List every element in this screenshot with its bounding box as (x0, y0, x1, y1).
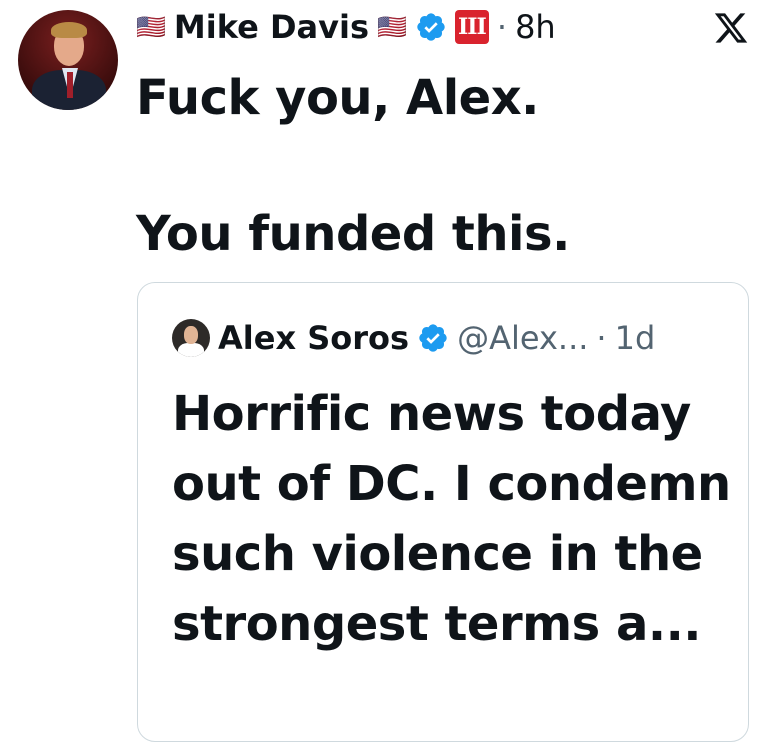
verified-badge-icon (419, 324, 447, 352)
quoted-author-avatar[interactable] (172, 319, 210, 357)
flag-icon: 🇺🇸 (377, 13, 407, 41)
quoted-post-text: Horrific news today out of DC. I condemn… (172, 386, 731, 652)
quoted-avatar-face (184, 326, 198, 344)
separator-dot: · (596, 319, 607, 357)
verified-badge-icon (417, 13, 445, 41)
post-text-line: Fuck you, Alex. (136, 70, 539, 126)
quoted-post[interactable]: Alex Soros @Alex... · 1d Horrific news t… (137, 282, 749, 742)
post-text-line: You funded this. (136, 206, 570, 262)
separator-dot: · (496, 8, 508, 46)
quoted-author-name[interactable]: Alex Soros (218, 319, 409, 357)
author-name[interactable]: Mike Davis (174, 8, 369, 46)
x-logo-icon[interactable] (713, 10, 749, 46)
flag-icon: 🇺🇸 (136, 13, 166, 41)
quoted-avatar-shirt (178, 343, 204, 357)
quoted-author-handle[interactable]: @Alex... (457, 319, 588, 357)
post-time[interactable]: 8h (515, 8, 556, 46)
post-header: 🇺🇸 Mike Davis 🇺🇸 III · 8h (136, 6, 556, 48)
quoted-post-time[interactable]: 1d (615, 319, 656, 357)
author-avatar[interactable] (18, 10, 118, 110)
post-text: Fuck you, Alex. You funded this. (136, 66, 756, 266)
avatar-hair (51, 22, 87, 38)
quoted-post-header: Alex Soros @Alex... · 1d (172, 319, 655, 357)
avatar-tie (67, 72, 73, 98)
emoji-badge: III (454, 10, 489, 44)
